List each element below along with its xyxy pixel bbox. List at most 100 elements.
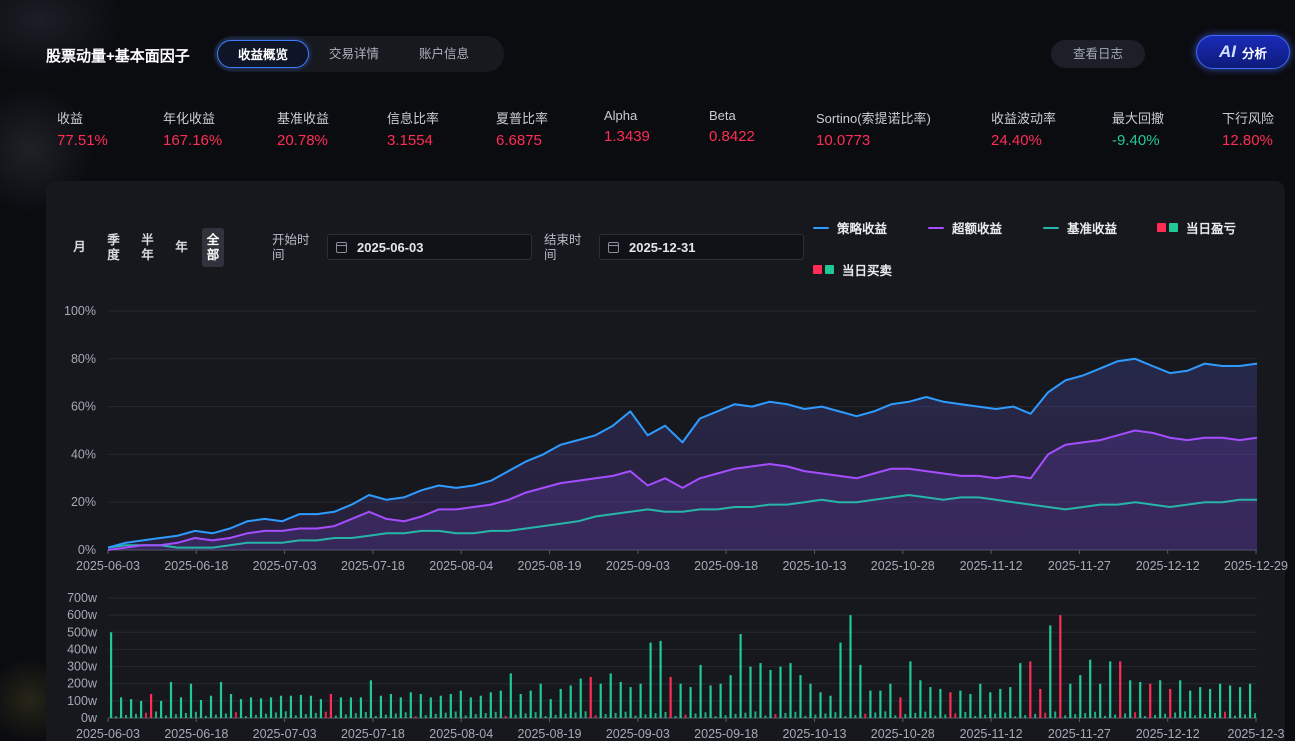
x-tick-label: 2025-10-28 xyxy=(871,727,935,741)
legend-excess[interactable]: 超额收益 xyxy=(928,218,1002,237)
volume-bar xyxy=(359,697,362,718)
pnl-bar xyxy=(764,715,767,718)
pnl-bar xyxy=(1244,714,1246,718)
legend-daily-pnl[interactable]: 当日盈亏 xyxy=(1157,218,1236,237)
volume-bar xyxy=(609,673,612,718)
volume-bar xyxy=(329,694,332,718)
pnl-bar xyxy=(424,715,427,718)
volume-bar xyxy=(909,661,912,718)
x-tick-label: 2025-12-12 xyxy=(1136,727,1200,741)
volume-bar xyxy=(839,642,842,718)
period-month[interactable]: 月 xyxy=(66,228,93,267)
volume-bar xyxy=(419,694,422,718)
pnl-bar xyxy=(384,714,387,718)
pnl-bar xyxy=(774,714,777,718)
period-year[interactable]: 年 xyxy=(168,228,195,267)
volume-bar xyxy=(1159,680,1162,718)
volume-bar xyxy=(1149,683,1152,718)
pnl-bar xyxy=(784,713,787,718)
pnl-bar xyxy=(1174,712,1177,718)
volume-bar xyxy=(269,697,273,718)
x-tick-label: 2025-07-18 xyxy=(341,727,405,741)
pnl-bar xyxy=(514,714,517,718)
pnl-bar xyxy=(1204,714,1206,718)
volume-bar xyxy=(929,687,932,718)
volume-bar xyxy=(889,683,892,718)
volume-bar xyxy=(369,680,372,718)
pnl-bar xyxy=(554,714,557,718)
volume-bar xyxy=(769,670,772,718)
volume-bar xyxy=(559,688,562,718)
volume-bar xyxy=(1049,625,1052,718)
volume-bar xyxy=(899,697,902,718)
volume-bar xyxy=(479,695,482,718)
x-tick-label: 2025-08-04 xyxy=(429,727,493,741)
x-tick-label: 2025-11-12 xyxy=(960,559,1023,573)
volume-bar xyxy=(140,700,143,718)
pnl-bar xyxy=(844,716,847,718)
pnl-bar xyxy=(584,711,587,718)
pnl-bar xyxy=(1124,713,1127,718)
volume-bar xyxy=(249,697,253,718)
volume-bar xyxy=(979,683,982,718)
end-date-value: 2025-12-31 xyxy=(629,239,696,255)
pnl-bar xyxy=(184,713,187,718)
volume-bar xyxy=(439,695,442,718)
pnl-bar xyxy=(524,713,527,718)
volume-bar xyxy=(639,683,642,718)
legend-daily-trade[interactable]: 当日买卖 xyxy=(813,260,892,279)
end-date-input[interactable]: 2025-12-31 xyxy=(599,234,804,260)
volume-bar xyxy=(879,690,882,718)
volume-bar xyxy=(969,694,972,718)
x-tick-label: 2025-06-03 xyxy=(76,559,140,573)
pnl-bar xyxy=(1054,711,1057,718)
pnl-bar xyxy=(854,714,857,718)
y-tick-label: 700w xyxy=(67,591,98,605)
pnl-bar xyxy=(1004,712,1007,718)
pnl-bar xyxy=(394,713,397,718)
volume-bar xyxy=(1169,688,1172,718)
volume-bar xyxy=(739,634,742,718)
volume-bar xyxy=(599,683,602,718)
y-tick-label: 0w xyxy=(81,711,98,725)
charts-svg[interactable]: 0% 20% 40% 60% 80% 100% 2025-06-03 2025-06-18 20… xyxy=(0,0,1295,741)
pnl-bar xyxy=(1154,714,1157,718)
pnl-bar xyxy=(894,715,897,718)
volume-bar xyxy=(459,690,462,718)
volume-bar xyxy=(1129,680,1132,718)
volume-bar xyxy=(429,697,432,718)
volume-bar xyxy=(849,615,852,718)
pnl-bar xyxy=(1114,714,1117,718)
volume-bar xyxy=(1079,675,1082,718)
pnl-bar xyxy=(834,712,837,718)
pnl-bar xyxy=(994,713,997,718)
x-tick-label: 2025-08-19 xyxy=(518,727,582,741)
volume-bar xyxy=(389,694,392,718)
volume-bar xyxy=(989,692,992,718)
period-all[interactable]: 全部 xyxy=(202,228,224,267)
pnl-bar xyxy=(814,714,817,718)
pnl-bar xyxy=(1014,716,1017,718)
x-tick-label: 2025-07-03 xyxy=(253,727,317,741)
pnl-bar xyxy=(1214,712,1216,718)
volume-bar xyxy=(399,697,402,718)
period-quarter[interactable]: 季度 xyxy=(100,228,127,267)
pnl-bar xyxy=(1234,715,1236,718)
pnl-bar xyxy=(1044,712,1047,718)
pnl-bar xyxy=(1254,713,1256,718)
period-half-year[interactable]: 半年 xyxy=(134,228,161,267)
legend-strategy[interactable]: 策略收益 xyxy=(813,218,887,237)
start-date-input[interactable]: 2025-06-03 xyxy=(327,234,532,260)
legend-benchmark[interactable]: 基准收益 xyxy=(1043,218,1117,237)
y-tick-label: 20% xyxy=(71,495,96,509)
x-tick-label: 2025-11-27 xyxy=(1048,559,1111,573)
volume-bar xyxy=(869,690,872,718)
pnl-bar xyxy=(1064,715,1067,718)
volume-bar xyxy=(339,697,342,718)
x-tick-label: 2025-10-28 xyxy=(871,559,935,573)
volume-bar xyxy=(1179,680,1182,718)
volume-bar xyxy=(1019,663,1022,718)
volume-bar xyxy=(289,695,292,718)
pnl-bar xyxy=(1164,713,1167,718)
volume-bar xyxy=(679,683,682,718)
